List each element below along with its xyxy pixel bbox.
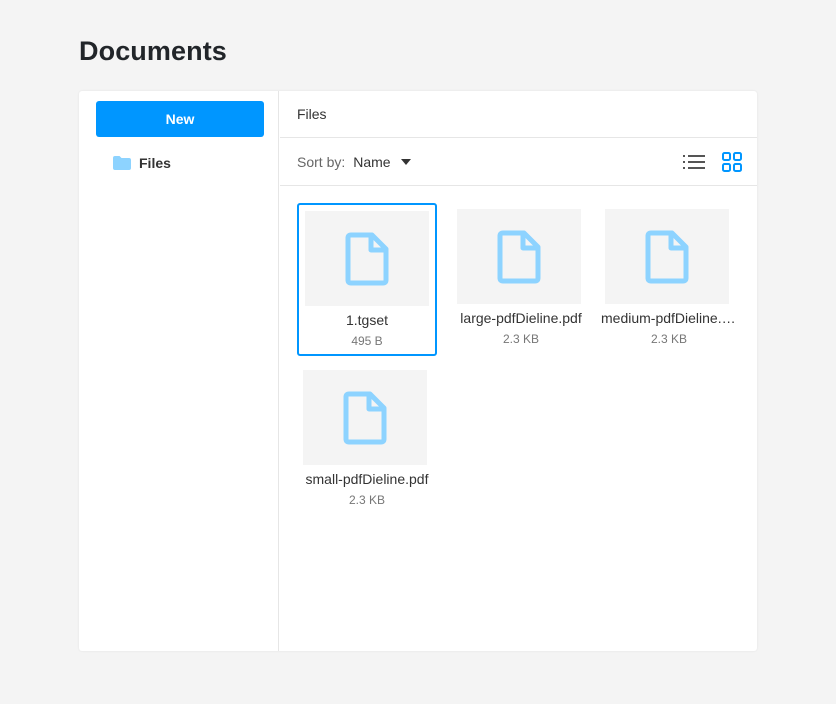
document-icon xyxy=(345,232,389,285)
sort-value: Name xyxy=(353,153,391,170)
file-card[interactable]: small-pdfDieline.pdf 2.3 KB xyxy=(297,364,437,517)
page-title: Documents xyxy=(79,36,227,66)
breadcrumb-current: Files xyxy=(297,106,327,122)
file-name: small-pdfDieline.pdf xyxy=(305,471,429,487)
tree-item-label: Files xyxy=(139,155,171,171)
document-icon xyxy=(497,230,541,283)
file-thumbnail xyxy=(457,209,581,304)
sidebar: New Files xyxy=(79,91,279,651)
grid-view-icon xyxy=(722,152,742,172)
file-name: large-pdfDieline.pdf xyxy=(460,310,582,326)
file-manager-panel: New Files Files Sort by: Name 1.tgset 49… xyxy=(79,91,757,651)
file-name: 1.tgset xyxy=(345,312,389,328)
caret-down-icon xyxy=(400,158,411,165)
sort-dropdown[interactable]: Name xyxy=(353,153,411,170)
file-size: 2.3 KB xyxy=(650,332,688,346)
file-thumbnail xyxy=(605,209,729,304)
new-button[interactable]: New xyxy=(96,101,264,137)
file-card[interactable]: large-pdfDieline.pdf 2.3 KB xyxy=(451,203,591,356)
document-icon xyxy=(343,391,387,444)
folder-icon xyxy=(113,156,131,170)
file-size: 2.3 KB xyxy=(348,493,386,507)
file-thumbnail xyxy=(303,370,427,465)
file-card[interactable]: medium-pdfDieline.pdf 2.3 KB xyxy=(599,203,739,356)
file-thumbnail xyxy=(305,211,429,306)
file-card[interactable]: 1.tgset 495 B xyxy=(297,203,437,356)
list-view-icon xyxy=(683,155,705,169)
tree-item-files[interactable]: Files xyxy=(113,153,171,173)
grid-view-button[interactable] xyxy=(721,152,743,172)
file-size: 2.3 KB xyxy=(502,332,540,346)
breadcrumb: Files xyxy=(280,91,757,138)
toolbar: Sort by: Name xyxy=(280,138,757,186)
file-name: medium-pdfDieline.pdf xyxy=(601,310,739,326)
file-size: 495 B xyxy=(351,334,383,348)
main-area: Files Sort by: Name 1.tgset 495 B large-… xyxy=(280,91,757,651)
list-view-button[interactable] xyxy=(683,152,705,172)
sort-label: Sort by: xyxy=(297,153,346,170)
document-icon xyxy=(645,230,689,283)
